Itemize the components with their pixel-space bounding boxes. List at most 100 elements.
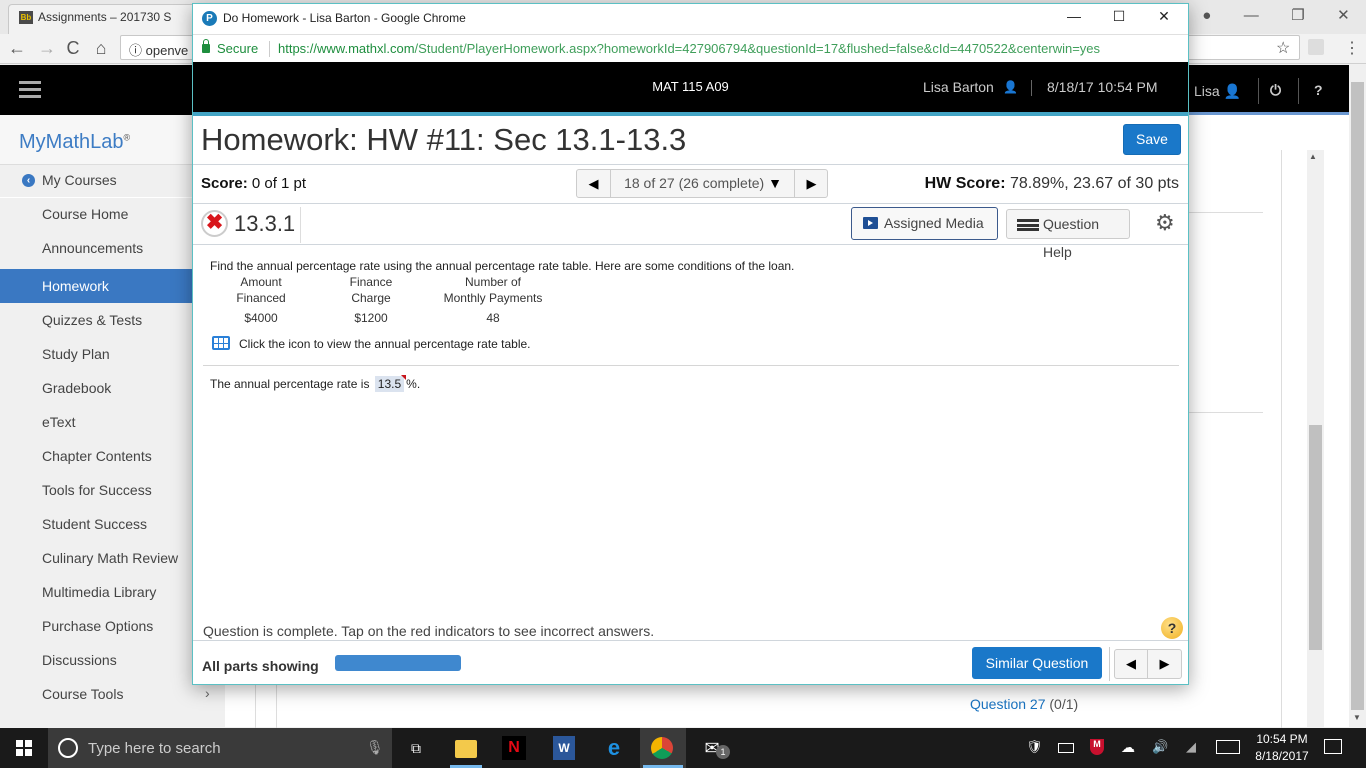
info-icon: ⓘ [129, 43, 146, 58]
table-value-finance-charge: $1200 [354, 311, 388, 325]
divider [1281, 150, 1282, 730]
divider [1298, 78, 1299, 104]
table-header-amount-financed: Amount Financed [236, 275, 286, 305]
lock-icon [202, 39, 210, 53]
popup-address-bar[interactable]: Secure https://www.mathxl.com/Student/Pl… [193, 34, 1188, 62]
home-icon[interactable]: ⌂ [90, 38, 112, 59]
back-icon[interactable]: ← [6, 38, 28, 59]
file-explorer-icon[interactable] [455, 740, 477, 758]
mml-user[interactable]: Lisa 👤 [1194, 83, 1241, 100]
divider [1188, 412, 1263, 413]
divider [300, 207, 301, 243]
task-view-icon[interactable]: ⧉ [404, 736, 428, 760]
divider [193, 203, 1188, 204]
answer-suffix: %. [406, 377, 421, 391]
question-help-label: Question Help [1043, 216, 1100, 260]
mail-badge: 1 [716, 745, 730, 759]
question-help-button[interactable]: Question Help [1006, 209, 1130, 260]
background-tab-assignments[interactable]: Bb Assignments – 201730 S [8, 4, 198, 34]
inner-scrollbar-thumb[interactable] [1309, 425, 1322, 650]
user-icon: 👤 [1223, 83, 1242, 99]
maximize-icon[interactable]: ☐ [1104, 8, 1134, 25]
power-icon[interactable]: ⏻ [1270, 82, 1281, 99]
hamburger-menu-icon[interactable] [19, 81, 41, 99]
dropdown-caret-icon: ▼ [768, 175, 782, 191]
popup-window-title: Do Homework - Lisa Barton - Google Chrom… [223, 11, 466, 25]
pdf-extension-icon[interactable] [1308, 39, 1324, 55]
save-button[interactable]: Save [1123, 124, 1181, 155]
forward-icon[interactable]: → [36, 38, 58, 59]
help-icon[interactable]: ? [1314, 82, 1323, 98]
divider [193, 244, 1188, 245]
popup-titlebar[interactable]: P Do Homework - Lisa Barton - Google Chr… [193, 4, 1188, 32]
bookmark-star-icon[interactable]: ☆ [1276, 38, 1290, 58]
divider [1109, 647, 1110, 681]
incorrect-icon[interactable]: ✖ [201, 210, 228, 237]
cortana-icon [58, 738, 78, 758]
similar-question-button[interactable]: Similar Question [972, 647, 1102, 679]
question-prompt: Find the annual percentage rate using th… [210, 259, 795, 273]
edge-icon[interactable]: e [602, 736, 626, 760]
assigned-media-label: Assigned Media [884, 215, 984, 231]
help-question-icon[interactable]: ? [1161, 617, 1183, 639]
close-icon[interactable]: ✕ [1149, 8, 1179, 25]
scroll-up-icon[interactable]: ▲ [1309, 152, 1317, 161]
minimize-icon[interactable]: — [1059, 8, 1089, 24]
defender-warning-icon[interactable]: 🛡 [1026, 739, 1043, 755]
status-message: Question is complete. Tap on the red ind… [203, 623, 655, 639]
answer-line: The annual percentage rate is 13.5%. [210, 375, 421, 392]
user-name: Lisa Barton [923, 79, 994, 95]
divider [203, 365, 1179, 366]
part-navigator: ◀ ▶ [1114, 649, 1182, 679]
answer-prefix: The annual percentage rate is [210, 377, 370, 391]
user-icon: 👤 [1003, 80, 1018, 94]
battery-icon[interactable] [1058, 743, 1074, 753]
background-window-controls: ● — ❐ ✕ [1186, 0, 1366, 30]
windows-logo-icon [16, 740, 32, 756]
progress-fill [335, 655, 461, 671]
action-center-icon[interactable] [1324, 739, 1342, 754]
question-select-dropdown[interactable]: 18 of 27 (26 complete) ▼ [611, 170, 795, 197]
chrome-icon[interactable] [651, 737, 673, 759]
question-27-link[interactable]: Question 27 (0/1) [970, 696, 1078, 712]
page-scrollbar-thumb[interactable] [1351, 82, 1364, 710]
gear-icon[interactable]: ⚙ [1155, 210, 1175, 236]
homework-score: HW Score: 78.89%, 23.67 of 30 pts [924, 175, 1179, 192]
netflix-icon[interactable]: N [502, 736, 526, 760]
minimize-icon[interactable]: — [1244, 7, 1259, 24]
assigned-media-button[interactable]: Assigned Media [851, 207, 998, 240]
previous-part-button[interactable]: ◀ [1115, 650, 1148, 678]
profile-icon[interactable]: ● [1202, 7, 1211, 24]
table-hint-text: Click the icon to view the annual percen… [239, 337, 531, 351]
restore-icon[interactable]: ❐ [1291, 6, 1304, 24]
answer-field-incorrect[interactable]: 13.5 [374, 375, 407, 392]
volume-icon[interactable]: 🔊 [1152, 739, 1168, 755]
mcafee-icon[interactable]: M [1090, 739, 1104, 755]
chrome-menu-icon[interactable]: ⋮ [1344, 38, 1360, 58]
blackboard-icon: Bb [19, 11, 33, 25]
mymathlab-logo[interactable]: MyMathLab® [19, 131, 130, 154]
course-title: MAT 115 A09 [652, 79, 729, 94]
divider [193, 164, 1188, 165]
table-value-monthly-payments: 48 [486, 311, 500, 325]
scroll-down-icon[interactable]: ▼ [1353, 713, 1361, 722]
keyboard-icon[interactable] [1216, 740, 1240, 754]
clock-date: 8/18/2017 [1255, 749, 1309, 763]
word-icon[interactable]: W [553, 736, 575, 760]
close-icon[interactable]: ✕ [1337, 6, 1350, 24]
onedrive-icon[interactable]: ☁ [1121, 739, 1135, 756]
previous-question-button[interactable]: ◀ [577, 170, 611, 197]
media-play-icon [863, 217, 878, 229]
tab-label: Assignments – 201730 S [38, 10, 172, 24]
reload-icon[interactable]: C [62, 38, 84, 59]
homework-title: Homework: HW #11: Sec 13.1-13.3 [201, 122, 687, 157]
table-grid-icon[interactable] [212, 336, 230, 350]
header-datetime: 8/18/17 10:54 PM [1047, 79, 1158, 95]
homework-popup-window: P Do Homework - Lisa Barton - Google Chr… [192, 3, 1189, 685]
divider [193, 640, 1188, 641]
wifi-icon[interactable]: ◢ [1186, 739, 1196, 755]
microphone-icon[interactable]: 🎙 [366, 739, 384, 756]
taskbar-clock[interactable]: 10:54 PM 8/18/2017 [1254, 731, 1310, 765]
next-question-button[interactable]: ▶ [794, 170, 828, 197]
next-part-button[interactable]: ▶ [1148, 650, 1181, 678]
